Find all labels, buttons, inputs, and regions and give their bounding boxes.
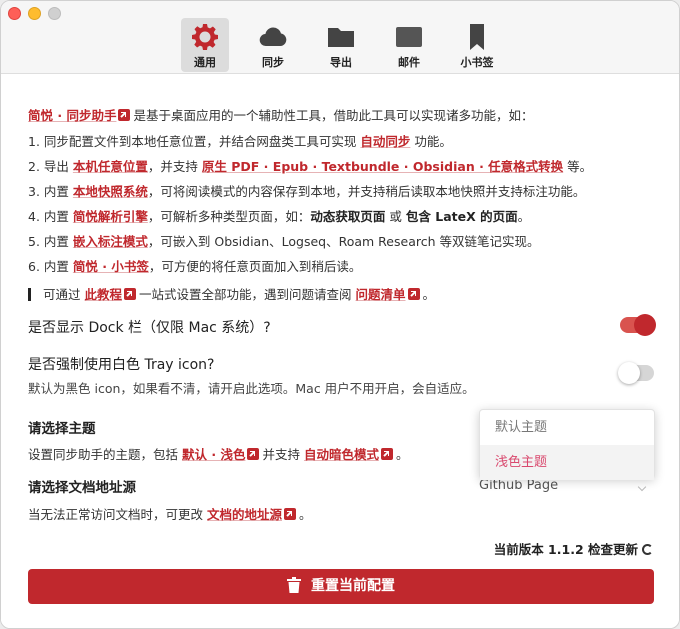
- reset-config-button[interactable]: 重置当前配置: [28, 569, 654, 604]
- external-link-icon[interactable]: [284, 508, 297, 520]
- tab-label: 小书签: [460, 56, 494, 69]
- feature-5: 5. 内置 嵌入标注模式，可嵌入到 Obsidian、Logseq、Roam R…: [28, 234, 540, 249]
- theme-dropdown[interactable]: 默认主题 浅色主题: [479, 409, 655, 480]
- dark-mode-link[interactable]: 自动暗色模式: [304, 447, 379, 462]
- intro-lead: 简悦 · 同步助手 是基于桌面应用的一个辅助性工具，借助此工具可以实现诸多功能，如…: [28, 108, 534, 123]
- theme-option-default[interactable]: 默认主题: [480, 410, 654, 445]
- tab-general[interactable]: 通用: [181, 18, 229, 72]
- doc-source-title: 请选择文档地址源: [28, 480, 136, 496]
- feature-2: 2. 导出 本机任意位置，并支持 原生 PDF · Epub · Textbun…: [28, 159, 593, 174]
- external-link-icon[interactable]: [247, 448, 260, 460]
- feature-3: 3. 内置 本地快照系统，可将阅读模式的内容保存到本地，并支持稍后读取本地快照并…: [28, 184, 586, 199]
- dock-toggle[interactable]: [620, 314, 656, 336]
- trash-icon: [287, 577, 301, 593]
- toggle-knob: [634, 314, 656, 336]
- tab-label: 同步: [262, 56, 284, 69]
- gear-icon: [192, 24, 218, 50]
- version-check-update[interactable]: 当前版本 1.1.2 检查更新: [494, 539, 653, 558]
- minimize-window-button[interactable]: [28, 7, 41, 20]
- tip-bar: [28, 288, 31, 301]
- tray-toggle[interactable]: [618, 362, 654, 384]
- external-link-icon[interactable]: [380, 448, 393, 460]
- settings-panel: 简悦 · 同步助手 是基于桌面应用的一个辅助性工具，借助此工具可以实现诸多功能，如…: [1, 75, 679, 628]
- tutorial-link[interactable]: 此教程: [85, 287, 123, 302]
- close-window-button[interactable]: [8, 7, 21, 20]
- tab-export[interactable]: 导出: [317, 18, 365, 72]
- doc-source-link[interactable]: 文档的地址源: [207, 507, 282, 522]
- dock-setting-label: 是否显示 Dock 栏（仅限 Mac 系统）?: [28, 320, 271, 336]
- external-link-icon[interactable]: [118, 109, 131, 121]
- maximize-window-button[interactable]: [48, 7, 61, 20]
- toolbar: 通用 同步 导出 邮件 小书签: [1, 1, 679, 74]
- chevron-down-icon: [637, 482, 647, 492]
- tab-bookmarklet[interactable]: 小书签: [453, 18, 501, 72]
- tab-label: 邮件: [398, 56, 420, 69]
- tab-sync[interactable]: 同步: [249, 18, 297, 72]
- cloud-icon: [259, 27, 287, 47]
- issues-link[interactable]: 问题清单: [356, 287, 406, 302]
- theme-title: 请选择主题: [28, 421, 96, 437]
- toggle-knob: [618, 362, 640, 384]
- feature-4: 4. 内置 简悦解析引擎，可解析多种类型页面，如：动态获取页面 或 包含 Lat…: [28, 209, 531, 224]
- tutorial-tip: 可通过 此教程 一站式设置全部功能，遇到问题请查阅 问题清单。: [28, 286, 435, 304]
- folder-icon: [328, 28, 354, 47]
- tab-label: 通用: [194, 56, 216, 69]
- theme-desc: 设置同步助手的主题，包括 默认 · 浅色 并支持 自动暗色模式。: [28, 447, 409, 462]
- doc-source-select[interactable]: Github Page: [479, 478, 655, 500]
- external-link-icon[interactable]: [407, 288, 420, 300]
- theme-option-light[interactable]: 浅色主题: [480, 445, 654, 480]
- theme-link[interactable]: 默认 · 浅色: [182, 447, 245, 462]
- refresh-icon: [642, 544, 653, 555]
- tab-mail[interactable]: 邮件: [385, 18, 433, 72]
- tray-setting-desc: 默认为黑色 icon，如果看不清，请开启此选项。Mac 用户不用开启，会自适应。: [28, 381, 475, 396]
- tray-setting-label: 是否强制使用白色 Tray icon?: [28, 357, 215, 373]
- app-window: 通用 同步 导出 邮件 小书签 简悦 · 同步助手 是基于桌面应用的一个辅助性工…: [0, 0, 680, 629]
- external-link-icon[interactable]: [124, 288, 137, 300]
- feature-1: 1. 同步配置文件到本地任意位置，并结合网盘类工具可实现 自动同步 功能。: [28, 134, 452, 149]
- app-name-link[interactable]: 简悦 · 同步助手: [28, 108, 116, 123]
- feature-6: 6. 内置 简悦 · 小书签，可方便的将任意页面加入到稍后读。: [28, 259, 362, 274]
- tab-label: 导出: [330, 56, 352, 69]
- mail-icon: [396, 27, 422, 47]
- doc-source-desc: 当无法正常访问文档时，可更改 文档的地址源。: [28, 507, 312, 522]
- bookmark-icon: [470, 24, 484, 50]
